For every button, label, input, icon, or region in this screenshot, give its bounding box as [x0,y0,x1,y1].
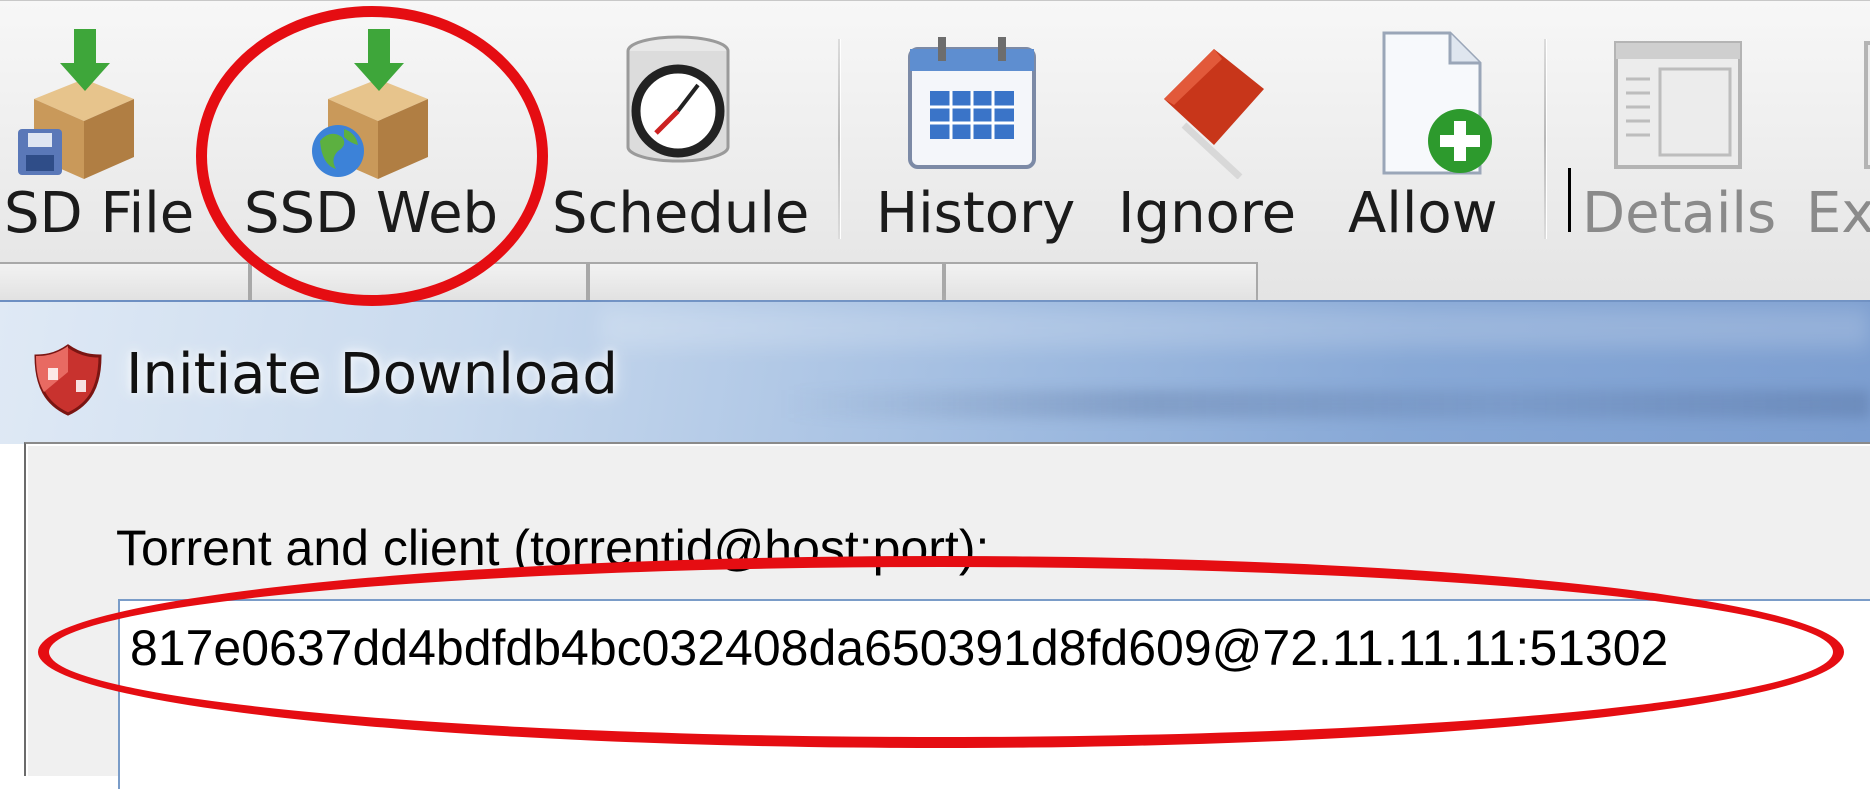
ssd-file-label: SD File [4,181,195,246]
torrent-client-label: Torrent and client (torrentid@host:port)… [116,520,990,576]
titlebar-glass-effect [780,390,1870,418]
document-add-icon [1382,31,1492,175]
history-button[interactable]: History [872,19,1076,249]
clock-icon [626,35,730,163]
export-button[interactable]: Ex [1806,19,1870,249]
dialog-title-bar[interactable]: Initiate Download [0,300,1870,444]
details-label: Details [1582,181,1777,246]
initiate-download-dialog: Torrent and client (torrentid@host:port)… [24,442,1870,789]
titlebar-glass-effect [600,308,1870,348]
schedule-button[interactable]: Schedule [548,19,810,249]
ssd-file-button[interactable]: SD File [0,19,200,249]
torrent-client-input[interactable]: 817e0637dd4bdfdb4bc032408da650391d8fd609… [118,599,1870,789]
toolbar-separator [1544,39,1546,239]
calendar-icon [908,37,1036,169]
ignore-button[interactable]: Ignore [1114,19,1304,249]
tab-stub[interactable] [588,262,944,304]
toolbar-separator [838,39,840,239]
red-flag-icon [1164,49,1264,179]
ssd-web-button[interactable]: SSD Web [238,19,508,249]
export-label: Ex [1806,181,1870,246]
shield-icon [34,344,102,416]
text-caret [1568,168,1571,232]
box-download-disk-icon [18,29,134,179]
ssd-web-label: SSD Web [244,181,499,246]
details-button[interactable]: Details [1578,19,1788,249]
schedule-label: Schedule [552,181,810,246]
allow-label: Allow [1348,181,1498,246]
ignore-label: Ignore [1118,181,1297,246]
allow-button[interactable]: Allow [1344,19,1514,249]
tab-strip [0,262,1870,304]
dialog-title: Initiate Download [126,342,618,407]
window-icon [1864,41,1870,169]
box-download-globe-icon [312,29,428,179]
tab-stub[interactable] [0,262,250,304]
torrent-client-value: 817e0637dd4bdfdb4bc032408da650391d8fd609… [130,620,1669,676]
tab-stub[interactable] [250,262,588,304]
history-label: History [876,181,1076,246]
tab-stub[interactable] [944,262,1258,304]
details-window-icon [1614,41,1742,169]
main-toolbar: SD File SSD Web Schedule History Ignore … [0,0,1870,301]
